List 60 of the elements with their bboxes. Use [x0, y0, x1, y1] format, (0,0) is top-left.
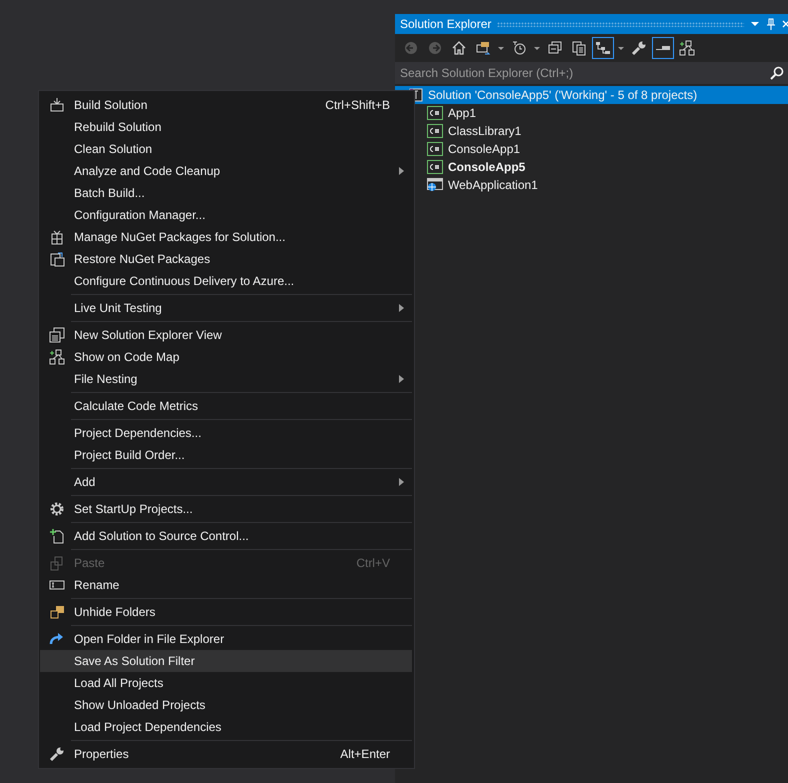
restore-icon	[49, 251, 65, 267]
menu-item[interactable]: Add	[40, 471, 412, 493]
folders-icon	[49, 604, 65, 620]
sync-icon	[595, 40, 611, 56]
csharp-project-icon	[427, 106, 443, 120]
menu-item[interactable]: Add Solution to Source Control...	[40, 525, 412, 547]
menu-item[interactable]: Project Dependencies...	[40, 422, 412, 444]
menu-item[interactable]: Load All Projects	[40, 672, 412, 694]
menu-item[interactable]: Configure Continuous Delivery to Azure...	[40, 270, 412, 292]
menu-item[interactable]: Live Unit Testing	[40, 297, 412, 319]
home-icon	[451, 40, 467, 56]
menu-item[interactable]: Load Project Dependencies	[40, 716, 412, 738]
search-icon[interactable]	[770, 66, 784, 80]
diagram-icon	[679, 40, 695, 56]
gift-icon	[49, 229, 65, 245]
dropdown-arrow-icon[interactable]	[750, 19, 760, 29]
menu-item[interactable]: File Nesting	[40, 368, 412, 390]
menu-item[interactable]: Properties Alt+Enter	[40, 743, 412, 765]
menu-item[interactable]: Set StartUp Projects...	[40, 498, 412, 520]
csharp-project-icon	[427, 142, 443, 156]
close-icon[interactable]	[782, 19, 788, 29]
panel-title: Solution Explorer	[400, 17, 492, 31]
settings-icon	[49, 501, 65, 517]
shortcut-text: Alt+Enter	[340, 747, 390, 761]
collapse-all-icon	[547, 40, 563, 56]
add-file-icon	[49, 528, 65, 544]
back-icon	[403, 40, 419, 56]
menu-item[interactable]: New Solution Explorer View	[40, 324, 412, 346]
search-field[interactable]: Search Solution Explorer (Ctrl+;)	[395, 62, 788, 84]
menu-item[interactable]: Project Build Order...	[40, 444, 412, 466]
csharp-project-icon	[427, 124, 443, 138]
menu-item[interactable]: Show on Code Map	[40, 346, 412, 368]
toolbar-button[interactable]	[652, 37, 674, 59]
shortcut-text: Ctrl+V	[356, 556, 390, 570]
shortcut-text: Ctrl+Shift+B	[325, 98, 390, 112]
menu-item[interactable]: Restore NuGet Packages	[40, 248, 412, 270]
menu-item[interactable]: Configuration Manager...	[40, 204, 412, 226]
curved-arrow-icon	[49, 631, 65, 647]
switch-views-icon	[475, 40, 491, 56]
clipboard-icon	[49, 555, 65, 571]
pin-icon[interactable]	[766, 18, 776, 30]
menu-item[interactable]: Rename	[40, 574, 412, 596]
diagram-icon	[49, 349, 65, 365]
tree-item[interactable]: Solution 'ConsoleApp5' ('Working' - 5 of 8 projects)	[395, 86, 788, 104]
web-project-icon	[427, 178, 443, 192]
menu-item[interactable]: Manage NuGet Packages for Solution...	[40, 226, 412, 248]
menu-item[interactable]: Calculate Code Metrics	[40, 395, 412, 417]
menu-item[interactable]: Unhide Folders	[40, 601, 412, 623]
window-icon	[49, 327, 65, 343]
copy-icon	[571, 40, 587, 56]
menu-item[interactable]: Open Folder in File Explorer	[40, 628, 412, 650]
build-icon	[49, 97, 65, 113]
wrench-icon	[49, 746, 65, 762]
clock-icon	[511, 40, 527, 56]
forward-icon	[427, 40, 443, 56]
toolbar-button[interactable]	[592, 37, 614, 59]
csharp-project-icon	[427, 160, 443, 174]
wrench-icon	[631, 40, 647, 56]
menu-item[interactable]: Show Unloaded Projects	[40, 694, 412, 716]
menu-item[interactable]: Save As Solution Filter	[40, 650, 412, 672]
